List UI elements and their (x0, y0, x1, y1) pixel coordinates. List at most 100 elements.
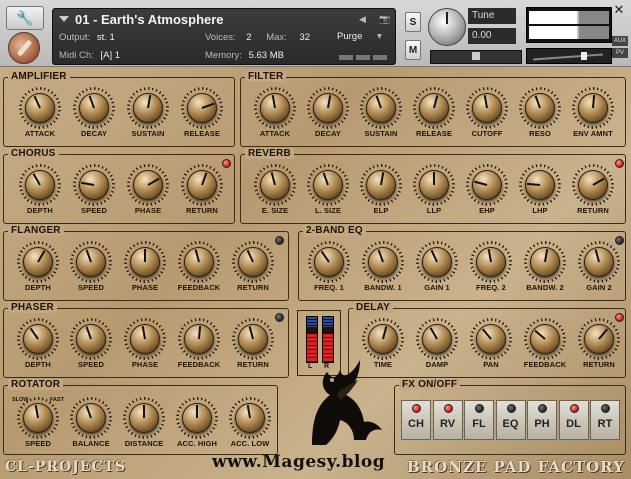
chorus-phase-knob[interactable]: PHASE (124, 164, 172, 215)
knob-cap[interactable] (23, 324, 53, 354)
knob-dial[interactable] (70, 397, 112, 439)
eq-gain-2-knob[interactable]: GAIN 2 (575, 241, 623, 292)
pv-button[interactable]: PV (612, 48, 628, 58)
knob-dial[interactable] (254, 164, 296, 206)
reverb-ehp-knob[interactable]: EHP (463, 164, 511, 215)
eq-bandw-2-knob[interactable]: BANDW. 2 (521, 241, 569, 292)
rotator-acc-high-knob[interactable]: ACC. HIGH (173, 397, 221, 448)
amplifier-release-knob[interactable]: RELEASE (178, 87, 226, 138)
knob-dial[interactable] (232, 318, 274, 360)
eq-freq-2-knob[interactable]: FREQ. 2 (467, 241, 515, 292)
instrument-menu-icon[interactable] (59, 16, 69, 22)
knob-dial[interactable] (124, 241, 166, 283)
knob-dial[interactable] (123, 397, 165, 439)
fx-toggle-dl[interactable]: DL (558, 400, 589, 440)
knob-dial[interactable] (70, 241, 112, 283)
knob-dial[interactable] (307, 164, 349, 206)
knob-cap[interactable] (260, 93, 290, 123)
knob-dial[interactable] (176, 397, 218, 439)
reverb-elp-knob[interactable]: ELP (357, 164, 405, 215)
amplifier-decay-knob[interactable]: DECAY (70, 87, 118, 138)
knob-dial[interactable] (254, 87, 296, 129)
aux-button[interactable]: AUX (612, 36, 628, 46)
knob-cap[interactable] (366, 93, 396, 123)
knob-dial[interactable] (360, 164, 402, 206)
delay-pan-knob[interactable]: PAN (467, 318, 515, 369)
amplifier-sustain-knob[interactable]: SUSTAIN (124, 87, 172, 138)
phaser-return-knob[interactable]: RETURN (229, 318, 277, 369)
knob-dial[interactable] (466, 87, 508, 129)
knob-cap[interactable] (130, 324, 160, 354)
knob-dial[interactable] (524, 318, 566, 360)
flanger-return-knob[interactable]: RETURN (229, 241, 277, 292)
knob-dial[interactable] (127, 164, 169, 206)
knob-cap[interactable] (76, 324, 106, 354)
fx-toggle-fl[interactable]: FL (464, 400, 494, 440)
eq-gain-1-knob[interactable]: GAIN 1 (413, 241, 461, 292)
knob-cap[interactable] (184, 247, 214, 277)
tune-value[interactable]: 0.00 (468, 28, 516, 44)
knob-dial[interactable] (362, 241, 404, 283)
knob-dial[interactable] (17, 241, 59, 283)
knob-cap[interactable] (23, 403, 53, 433)
knob-cap[interactable] (472, 170, 502, 200)
knob-cap[interactable] (76, 247, 106, 277)
knob-dial[interactable] (470, 318, 512, 360)
knob-dial[interactable] (416, 318, 458, 360)
volume-slider[interactable] (526, 48, 612, 64)
filter-reso-knob[interactable]: RESO (516, 87, 564, 138)
purge-menu[interactable]: Purge ▾ (337, 31, 391, 45)
delay-damp-knob[interactable]: DAMP (413, 318, 461, 369)
knob-cap[interactable] (313, 170, 343, 200)
rotator-acc-low-knob[interactable]: ACC. LOW (226, 397, 274, 448)
solo-button[interactable]: S (405, 12, 421, 32)
knob-cap[interactable] (25, 93, 55, 123)
knob-cap[interactable] (314, 247, 344, 277)
knob-dial[interactable] (73, 87, 115, 129)
knob-dial[interactable] (17, 318, 59, 360)
knob-dial[interactable] (360, 87, 402, 129)
pan-slider[interactable] (430, 50, 522, 64)
knob-cap[interactable] (472, 93, 502, 123)
reverb-e-size-knob[interactable]: E. SIZE (251, 164, 299, 215)
rotator-speed-knob[interactable]: SPEED (14, 397, 62, 448)
tune-knob[interactable] (428, 8, 466, 46)
close-icon[interactable]: ✕ (612, 3, 626, 17)
rotator-distance-knob[interactable]: DISTANCE (120, 397, 168, 448)
phaser-speed-knob[interactable]: SPEED (67, 318, 115, 369)
phaser-feedback-knob[interactable]: FEEDBACK (175, 318, 223, 369)
flanger-depth-knob[interactable]: DEPTH (14, 241, 62, 292)
knob-dial[interactable] (308, 241, 350, 283)
reverb-llp-knob[interactable]: LLP (410, 164, 458, 215)
fx-toggle-eq[interactable]: EQ (495, 400, 526, 440)
knob-cap[interactable] (79, 170, 109, 200)
output-selector[interactable]: Output: st. 1 (59, 32, 115, 43)
knob-dial[interactable] (229, 397, 271, 439)
knob-dial[interactable] (178, 241, 220, 283)
knob-dial[interactable] (19, 87, 61, 129)
fx-toggle-rv[interactable]: RV (432, 400, 463, 440)
knob-cap[interactable] (238, 247, 268, 277)
knob-dial[interactable] (416, 241, 458, 283)
knob-dial[interactable] (181, 164, 223, 206)
knob-dial[interactable] (470, 241, 512, 283)
wrench-icon[interactable]: 🔧 (6, 6, 44, 30)
knob-dial[interactable] (70, 318, 112, 360)
filter-release-knob[interactable]: RELEASE (410, 87, 458, 138)
fx-toggle-ph[interactable]: PH (527, 400, 557, 440)
knob-dial[interactable] (572, 87, 614, 129)
knob-dial[interactable] (578, 318, 620, 360)
filter-attack-knob[interactable]: ATTACK (251, 87, 299, 138)
instrument-name[interactable]: 01 - Earth's Atmosphere (75, 12, 224, 27)
filter-env-amnt-knob[interactable]: ENV AMNT (569, 87, 617, 138)
knob-cap[interactable] (530, 324, 560, 354)
knob-dial[interactable] (127, 87, 169, 129)
filter-cutoff-knob[interactable]: CUTOFF (463, 87, 511, 138)
reverb-return-knob[interactable]: RETURN (569, 164, 617, 215)
knob-dial[interactable] (19, 164, 61, 206)
max-voices-value[interactable]: 32 (299, 32, 310, 43)
knob-cap[interactable] (235, 403, 265, 433)
fx-toggle-rt[interactable]: RT (590, 400, 620, 440)
fx-toggle-ch[interactable]: CH (401, 400, 431, 440)
knob-dial[interactable] (572, 164, 614, 206)
